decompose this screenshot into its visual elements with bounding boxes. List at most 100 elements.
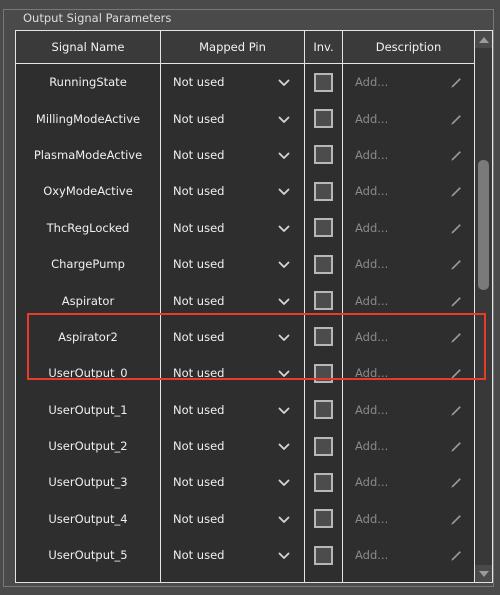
inverted-checkbox[interactable]: [314, 254, 333, 274]
inverted-checkbox[interactable]: [314, 509, 333, 529]
description-placeholder: Add...: [355, 257, 389, 272]
description-placeholder: Add...: [355, 329, 389, 344]
inverted-checkbox[interactable]: [314, 363, 333, 383]
pencil-edit-icon[interactable]: [448, 439, 462, 453]
description-field[interactable]: Add...: [343, 355, 474, 392]
pencil-edit-icon[interactable]: [448, 294, 462, 308]
table-row[interactable]: ThcRegLocked Not used Add...: [16, 209, 474, 246]
cell-inverted: [305, 355, 343, 392]
description-field[interactable]: Add...: [343, 391, 474, 428]
scrollbar-thumb[interactable]: [478, 160, 489, 290]
table-row[interactable]: UserOutput_0 Not used Add...: [16, 355, 474, 392]
mapped-pin-dropdown[interactable]: Not used: [161, 537, 305, 574]
mapped-pin-dropdown[interactable]: Not used: [161, 64, 305, 101]
mapped-pin-dropdown[interactable]: Not used: [161, 355, 305, 392]
mapped-pin-dropdown[interactable]: Not used: [161, 173, 305, 210]
mapped-pin-dropdown[interactable]: Not used: [161, 318, 305, 356]
chevron-down-icon: [278, 550, 290, 560]
column-header-inverted[interactable]: Inv.: [305, 31, 343, 63]
table-row[interactable]: Aspirator2 Not used Add...: [16, 318, 474, 356]
description-field[interactable]: Add...: [343, 209, 474, 246]
table-row[interactable]: PlasmaModeActive Not used Add...: [16, 136, 474, 174]
description-placeholder: Add...: [355, 293, 389, 308]
mapped-pin-dropdown[interactable]: [161, 573, 305, 582]
table-row[interactable]: MillingModeActive Not used Add...: [16, 100, 474, 137]
pencil-edit-icon[interactable]: [448, 475, 462, 489]
pencil-edit-icon[interactable]: [448, 148, 462, 162]
chevron-down-icon: [278, 296, 290, 305]
chevron-down-icon: [278, 150, 290, 159]
description-field[interactable]: Add...: [343, 427, 474, 465]
inverted-checkbox[interactable]: [314, 436, 333, 456]
cell-signal-name: UserOutput_3: [16, 464, 161, 501]
vertical-scrollbar[interactable]: [474, 31, 492, 582]
chevron-down-icon: [278, 368, 290, 378]
pencil-edit-icon[interactable]: [448, 257, 462, 271]
chevron-down-icon: [278, 223, 290, 232]
inverted-checkbox[interactable]: [314, 472, 333, 492]
scroll-down-button[interactable]: [475, 565, 492, 582]
column-header-mapped-pin[interactable]: Mapped Pin: [161, 31, 305, 63]
chevron-down-icon: [278, 514, 290, 523]
table-row[interactable]: [16, 573, 474, 582]
description-field[interactable]: Add...: [343, 100, 474, 137]
pencil-edit-icon[interactable]: [448, 330, 462, 344]
table-row[interactable]: OxyModeActive Not used Add...: [16, 173, 474, 210]
cell-inverted: [305, 100, 343, 137]
table-row[interactable]: UserOutput_1 Not used Add...: [16, 391, 474, 428]
scrollbar-track[interactable]: [475, 48, 492, 565]
description-field[interactable]: Add...: [343, 136, 474, 174]
mapped-pin-dropdown[interactable]: Not used: [161, 282, 305, 319]
pencil-edit-icon[interactable]: [448, 112, 462, 126]
table-header-row: Signal Name Mapped Pin Inv. Description: [16, 31, 474, 64]
pencil-edit-icon[interactable]: [448, 184, 462, 198]
mapped-pin-dropdown[interactable]: Not used: [161, 500, 305, 538]
inverted-checkbox[interactable]: [314, 109, 333, 129]
inverted-checkbox[interactable]: [314, 400, 333, 420]
table-row[interactable]: UserOutput_5 Not used Add...: [16, 537, 474, 574]
column-header-signal-name[interactable]: Signal Name: [16, 31, 161, 63]
inverted-checkbox[interactable]: [314, 218, 333, 238]
description-field[interactable]: Add...: [343, 282, 474, 319]
mapped-pin-value: Not used: [173, 511, 225, 526]
description-field[interactable]: Add...: [343, 500, 474, 538]
table-row[interactable]: RunningState Not used Add...: [16, 64, 474, 101]
table-row[interactable]: UserOutput_2 Not used Add...: [16, 427, 474, 465]
scroll-up-button[interactable]: [475, 31, 492, 48]
inverted-checkbox[interactable]: [314, 545, 333, 565]
description-field[interactable]: Add...: [343, 318, 474, 356]
inverted-checkbox[interactable]: [314, 181, 333, 201]
inverted-checkbox[interactable]: [314, 145, 333, 165]
mapped-pin-dropdown[interactable]: Not used: [161, 464, 305, 501]
pencil-edit-icon[interactable]: [448, 221, 462, 235]
description-field[interactable]: Add...: [343, 245, 474, 283]
pencil-edit-icon[interactable]: [448, 512, 462, 526]
chevron-down-icon: [278, 77, 290, 87]
inverted-checkbox[interactable]: [314, 327, 333, 347]
inverted-checkbox[interactable]: [314, 72, 333, 92]
description-field[interactable]: Add...: [343, 537, 474, 574]
description-field[interactable]: Add...: [343, 64, 474, 101]
pencil-edit-icon[interactable]: [448, 548, 462, 562]
table-row[interactable]: UserOutput_3 Not used Add...: [16, 464, 474, 501]
table-row[interactable]: UserOutput_4 Not used Add...: [16, 500, 474, 538]
cell-inverted: [305, 209, 343, 246]
pencil-edit-icon[interactable]: [448, 75, 462, 89]
mapped-pin-dropdown[interactable]: Not used: [161, 427, 305, 465]
table-row[interactable]: Aspirator Not used Add...: [16, 282, 474, 319]
table-row[interactable]: ChargePump Not used Add...: [16, 245, 474, 283]
mapped-pin-dropdown[interactable]: Not used: [161, 391, 305, 428]
inverted-checkbox[interactable]: [314, 291, 333, 311]
description-field[interactable]: [343, 573, 474, 582]
mapped-pin-dropdown[interactable]: Not used: [161, 100, 305, 137]
pencil-edit-icon[interactable]: [448, 366, 462, 380]
column-header-description[interactable]: Description: [343, 31, 474, 63]
description-field[interactable]: Add...: [343, 173, 474, 210]
pencil-edit-icon[interactable]: [448, 403, 462, 417]
mapped-pin-dropdown[interactable]: Not used: [161, 209, 305, 246]
cell-inverted: [305, 64, 343, 101]
mapped-pin-dropdown[interactable]: Not used: [161, 136, 305, 174]
cell-signal-name: [16, 573, 161, 582]
mapped-pin-dropdown[interactable]: Not used: [161, 245, 305, 283]
description-field[interactable]: Add...: [343, 464, 474, 501]
